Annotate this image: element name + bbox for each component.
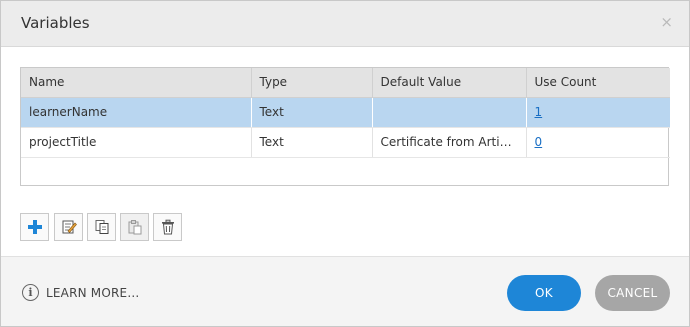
- paste-icon: [128, 220, 141, 235]
- learn-more-label: LEARN MORE...: [46, 285, 140, 300]
- paste-variable-button[interactable]: [120, 213, 149, 241]
- table-row[interactable]: learnerName Text 1: [21, 97, 670, 128]
- edit-variable-button[interactable]: [54, 213, 83, 241]
- use-count-link[interactable]: 0: [535, 135, 543, 149]
- add-variable-button[interactable]: [20, 213, 49, 241]
- dialog-footer: i LEARN MORE... OK CANCEL: [1, 256, 689, 326]
- learn-more-link[interactable]: i LEARN MORE...: [22, 284, 139, 301]
- column-header-name[interactable]: Name: [21, 68, 252, 98]
- variable-type-cell: Text: [251, 127, 373, 158]
- info-icon: i: [22, 284, 39, 301]
- variables-dialog: Variables × Name Type Default Value Use …: [0, 0, 690, 327]
- variable-default-cell: [372, 97, 527, 128]
- dialog-titlebar: Variables ×: [1, 1, 689, 47]
- delete-icon: [161, 219, 174, 235]
- variable-type-cell: Text: [251, 97, 373, 128]
- variable-name-cell: projectTitle: [21, 127, 252, 158]
- column-header-type[interactable]: Type: [251, 68, 373, 98]
- duplicate-icon: [95, 220, 108, 234]
- delete-variable-button[interactable]: [153, 213, 182, 241]
- variable-name-cell: learnerName: [21, 97, 252, 128]
- cancel-button[interactable]: CANCEL: [595, 275, 670, 311]
- duplicate-variable-button[interactable]: [87, 213, 116, 241]
- edit-icon: [62, 220, 77, 234]
- use-count-link[interactable]: 1: [535, 105, 543, 119]
- table-header-row: Name Type Default Value Use Count: [21, 68, 670, 98]
- ok-button[interactable]: OK: [507, 275, 581, 311]
- close-icon[interactable]: ×: [660, 13, 673, 31]
- column-header-use-count[interactable]: Use Count: [526, 68, 670, 98]
- add-icon: [27, 220, 42, 234]
- dialog-title: Variables: [21, 14, 90, 32]
- variable-default-cell: Certificate from Articul…: [372, 127, 527, 158]
- variable-use-count-cell: 1: [526, 97, 670, 128]
- variables-table: Name Type Default Value Use Count learne…: [20, 67, 670, 186]
- variable-use-count-cell: 0: [526, 127, 670, 158]
- column-header-default-value[interactable]: Default Value: [372, 68, 527, 98]
- table-row[interactable]: projectTitle Text Certificate from Artic…: [21, 127, 670, 158]
